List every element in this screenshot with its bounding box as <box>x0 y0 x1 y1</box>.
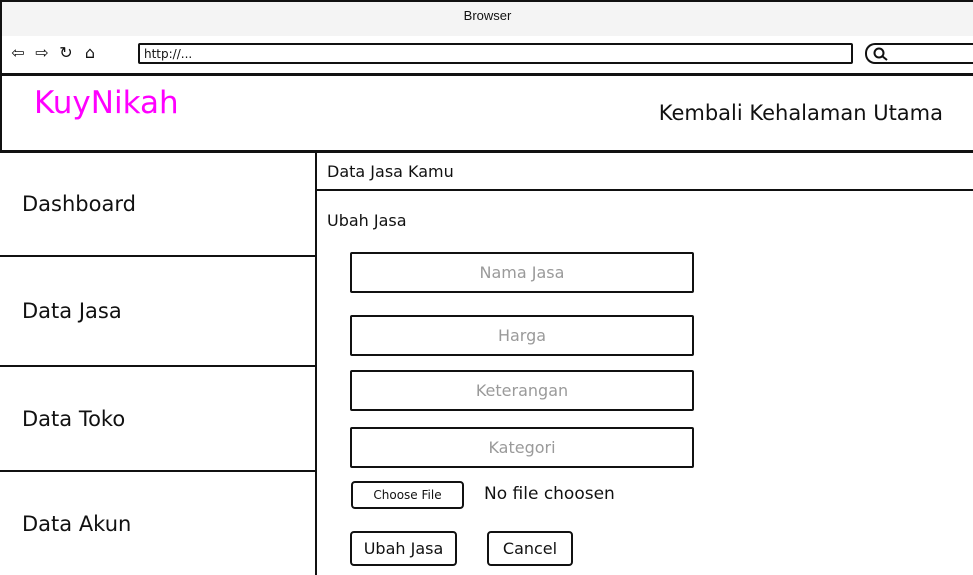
price-input[interactable] <box>350 315 694 356</box>
forward-arrow-icon[interactable]: ⇨ <box>32 45 52 61</box>
sidebar-item-label: Dashboard <box>22 192 136 216</box>
sidebar-item-label: Data Jasa <box>22 299 122 323</box>
cancel-button[interactable]: Cancel <box>487 531 573 566</box>
form-title: Ubah Jasa <box>327 211 407 230</box>
address-bar[interactable]: http://... <box>138 43 853 64</box>
sidebar-item-label: Data Akun <box>22 511 132 536</box>
service-name-input[interactable] <box>350 252 694 293</box>
back-to-home-link[interactable]: Kembali Kehalaman Utama <box>659 101 943 125</box>
submit-ubah-jasa-button[interactable]: Ubah Jasa <box>350 531 457 566</box>
browser-nav-icons: ⇦ ⇨ ↻ ⌂ <box>8 43 100 63</box>
content-heading: Data Jasa Kamu <box>317 153 973 191</box>
description-input[interactable] <box>350 370 694 411</box>
category-input[interactable] <box>350 427 694 468</box>
file-status-text: No file choosen <box>484 484 615 504</box>
browser-search-box[interactable] <box>865 43 973 64</box>
sidebar: Dashboard Data Jasa Data Toko Data Akun <box>0 153 317 575</box>
content-heading-text: Data Jasa Kamu <box>327 161 454 181</box>
sidebar-item-label: Data Toko <box>22 406 126 431</box>
sidebar-item-data-jasa[interactable]: Data Jasa <box>0 257 315 367</box>
sidebar-item-data-toko[interactable]: Data Toko <box>0 367 315 472</box>
search-icon <box>873 47 888 61</box>
browser-title: Browser <box>463 8 512 23</box>
browser-titlebar: Browser <box>2 2 973 36</box>
home-icon[interactable]: ⌂ <box>80 45 100 61</box>
refresh-icon[interactable]: ↻ <box>56 45 76 61</box>
brand-logo[interactable]: KuyNikah <box>34 88 179 119</box>
sidebar-item-data-akun[interactable]: Data Akun <box>0 472 315 575</box>
sidebar-item-dashboard[interactable]: Dashboard <box>0 153 315 257</box>
choose-file-button[interactable]: Choose File <box>351 481 464 509</box>
back-arrow-icon[interactable]: ⇦ <box>8 45 28 61</box>
